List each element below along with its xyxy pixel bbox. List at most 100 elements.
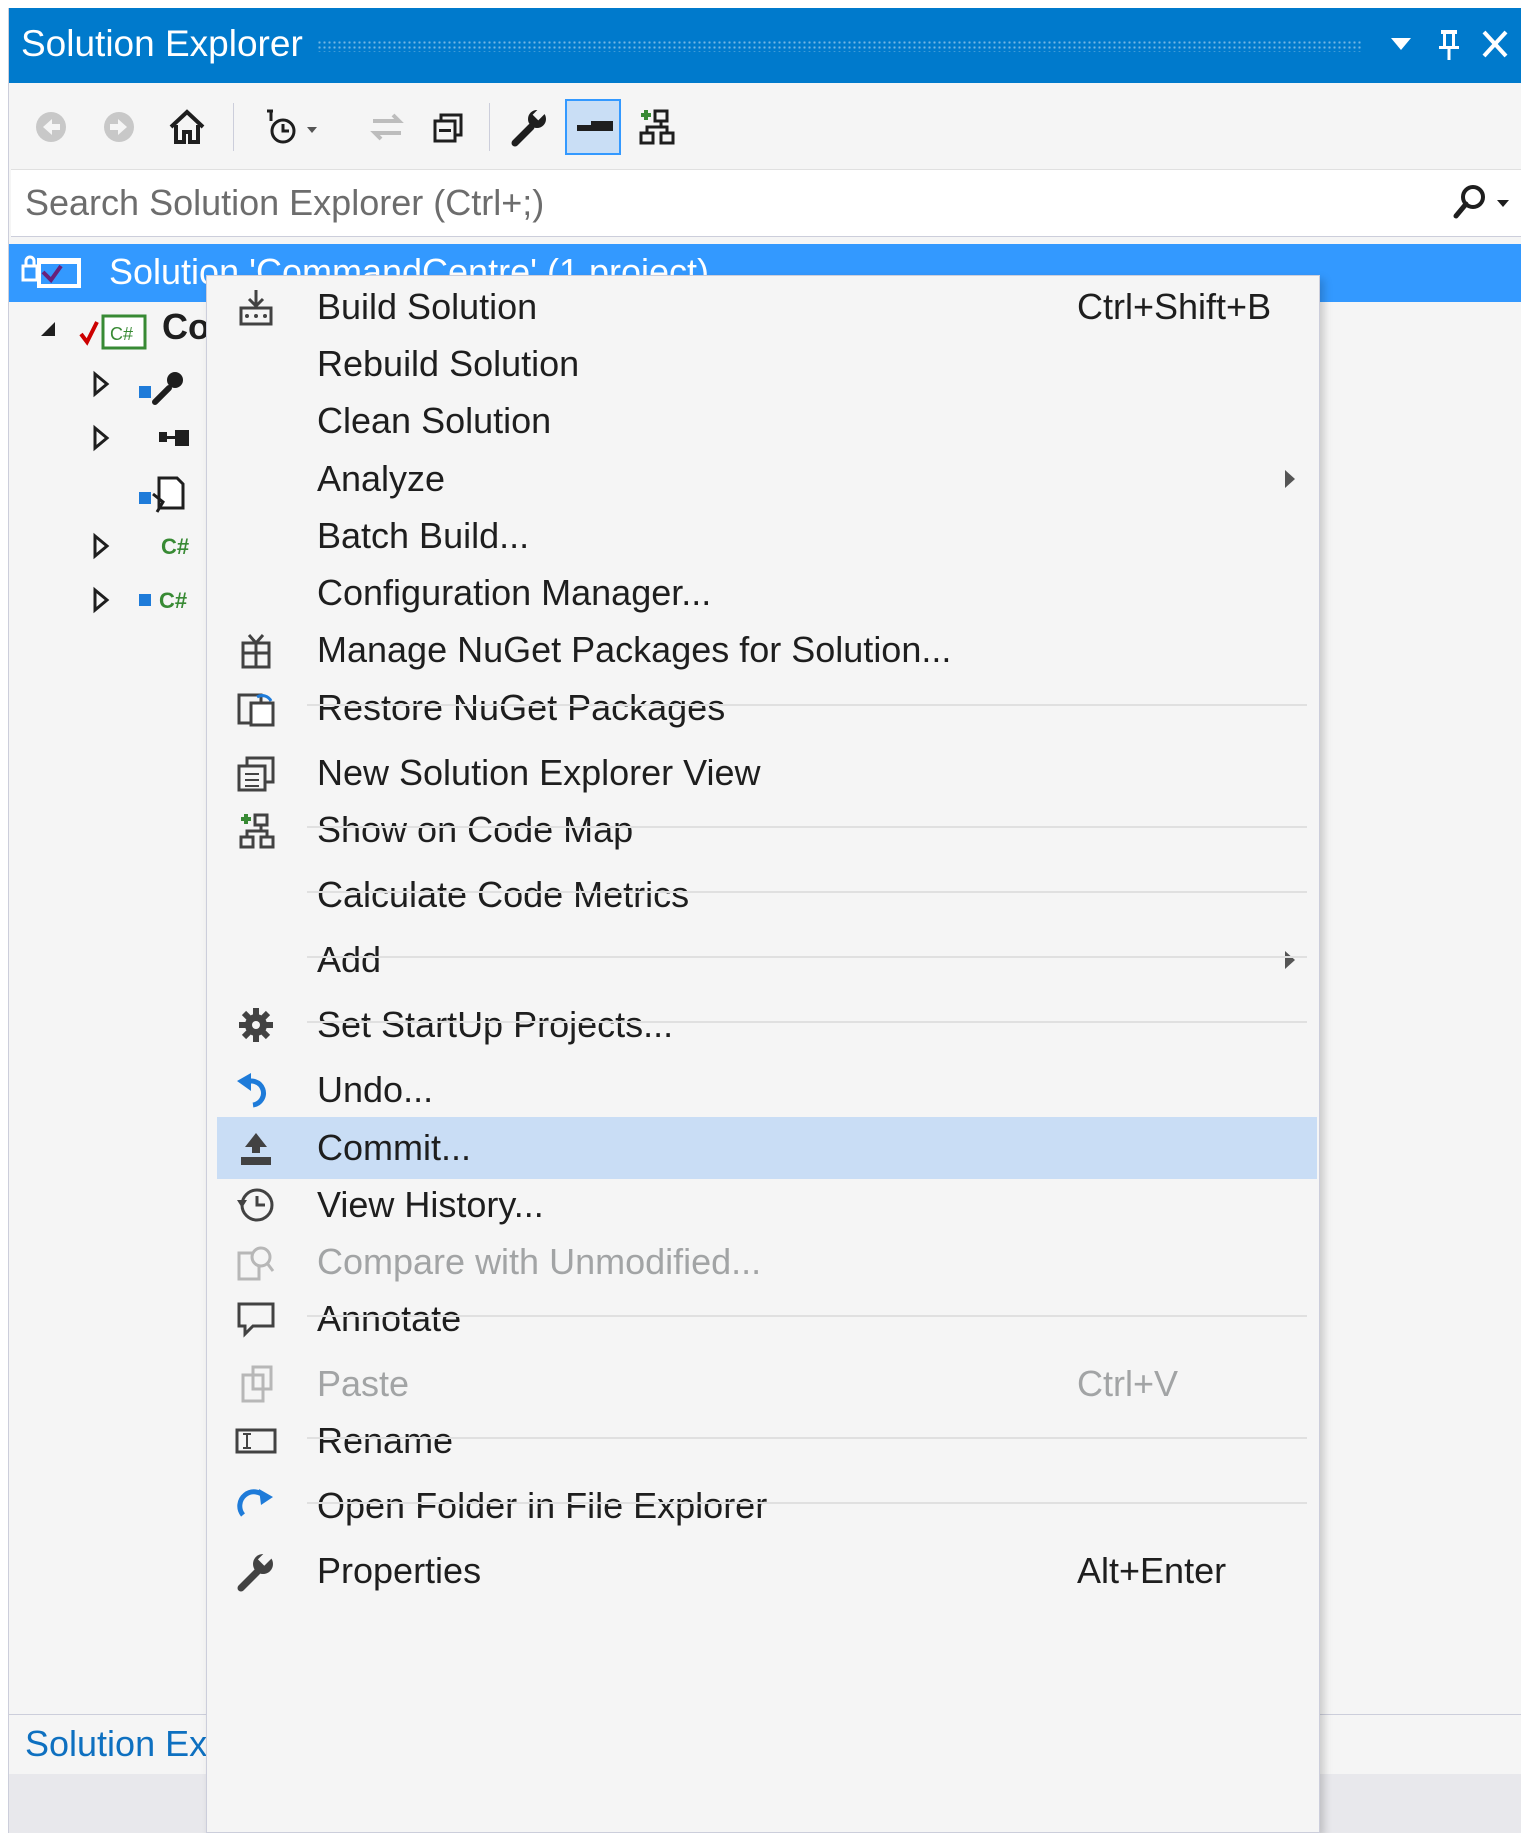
csharp-file-icon: C# xyxy=(161,534,189,559)
menu-item-compare-with-unmodified: Compare with Unmodified... xyxy=(217,1231,1317,1293)
csharp-file-icon: C# xyxy=(139,588,187,613)
window-title: Solution Explorer xyxy=(21,23,303,64)
menu-item-set-startup-projects[interactable]: Set StartUp Projects... xyxy=(217,994,1317,1056)
tree-row-references[interactable] xyxy=(9,414,209,464)
svg-text:C#: C# xyxy=(159,588,187,613)
gear-icon xyxy=(235,1004,277,1046)
menu-separator xyxy=(307,1437,1307,1439)
menu-item-batch-build[interactable]: Batch Build... xyxy=(217,505,1317,567)
menu-item-label: Restore NuGet Packages xyxy=(317,687,726,728)
menu-item-new-solution-explorer-view[interactable]: New Solution Explorer View xyxy=(217,742,1317,804)
project-label: Co xyxy=(162,306,210,347)
properties-wrench-icon[interactable] xyxy=(501,99,557,155)
menu-item-label: New Solution Explorer View xyxy=(317,752,761,793)
menu-item-label: Undo... xyxy=(317,1069,434,1110)
restore-icon xyxy=(235,687,277,729)
menu-item-shortcut: Alt+Enter xyxy=(1077,1550,1227,1591)
menu-item-label: Commit... xyxy=(317,1127,472,1168)
compare-icon xyxy=(235,1241,277,1283)
menu-separator xyxy=(307,1315,1307,1317)
menu-item-add[interactable]: Add xyxy=(217,929,1317,991)
menu-item-properties[interactable]: Properties Alt+Enter xyxy=(217,1540,1317,1602)
menu-item-manage-nuget-packages-for-solution[interactable]: Manage NuGet Packages for Solution... xyxy=(217,619,1317,681)
show-on-code-map-icon[interactable] xyxy=(629,99,685,155)
undo-icon xyxy=(235,1069,277,1111)
tree-row-csharp-file[interactable]: C# xyxy=(9,522,209,572)
menu-item-label: Rename xyxy=(317,1420,454,1461)
menu-item-show-on-code-map[interactable]: Show on Code Map xyxy=(217,799,1317,861)
svg-text:C#: C# xyxy=(161,534,189,559)
menu-separator xyxy=(307,704,1307,706)
menu-item-label: Set StartUp Projects... xyxy=(317,1004,674,1045)
menu-item-annotate[interactable]: Annotate xyxy=(217,1288,1317,1350)
menu-item-rename[interactable]: Rename xyxy=(217,1410,1317,1472)
toolbar xyxy=(9,83,1521,179)
menu-item-label: Build Solution xyxy=(317,286,538,327)
menu-separator xyxy=(307,1502,1307,1504)
menu-separator xyxy=(307,891,1307,893)
menu-item-label: Configuration Manager... xyxy=(317,572,712,613)
references-icon xyxy=(159,430,189,446)
menu-separator xyxy=(307,1021,1307,1023)
menu-item-label: Clean Solution xyxy=(317,400,552,441)
build-icon xyxy=(235,286,277,328)
menu-item-shortcut: Ctrl+V xyxy=(1077,1363,1179,1404)
expanded-arrow-icon[interactable] xyxy=(39,320,59,340)
search-box xyxy=(11,169,1521,237)
menu-item-label: Open Folder in File Explorer xyxy=(317,1485,768,1526)
submenu-arrow-icon xyxy=(1285,951,1295,969)
wrench-icon xyxy=(235,1550,277,1592)
window-position-dropdown-icon[interactable] xyxy=(1381,22,1421,66)
menu-item-label: Batch Build... xyxy=(317,515,530,556)
menu-item-build-solution[interactable]: Build Solution Ctrl+Shift+B xyxy=(217,276,1317,338)
history-icon xyxy=(235,1184,277,1226)
search-icon[interactable] xyxy=(1447,180,1517,226)
collapsed-arrow-icon[interactable] xyxy=(91,370,111,398)
preview-selected-items-icon[interactable] xyxy=(565,99,621,155)
menu-item-restore-nuget-packages[interactable]: Restore NuGet Packages xyxy=(217,677,1317,739)
menu-item-view-history[interactable]: View History... xyxy=(217,1174,1317,1236)
menu-item-commit[interactable]: Commit... xyxy=(217,1117,1317,1179)
menu-item-label: Properties xyxy=(317,1550,482,1591)
tab-solution-explorer[interactable]: Solution Exp xyxy=(25,1723,227,1765)
menu-item-label: Analyze xyxy=(317,458,446,499)
tree-row-properties[interactable] xyxy=(9,360,209,410)
menu-item-undo[interactable]: Undo... xyxy=(217,1059,1317,1121)
menu-item-label: Show on Code Map xyxy=(317,809,634,850)
solution-icon xyxy=(21,252,97,294)
tree-row-project[interactable]: C# Co xyxy=(9,304,210,354)
collapsed-arrow-icon[interactable] xyxy=(91,586,111,614)
menu-separator xyxy=(307,956,1307,958)
search-input[interactable] xyxy=(23,178,1407,228)
collapsed-arrow-icon[interactable] xyxy=(91,424,111,452)
menu-item-label: Add xyxy=(317,939,382,980)
menu-item-label: Calculate Code Metrics xyxy=(317,874,690,915)
commit-icon xyxy=(235,1127,277,1169)
menu-item-configuration-manager[interactable]: Configuration Manager... xyxy=(217,562,1317,624)
svg-text:C#: C# xyxy=(110,324,133,344)
collapsed-arrow-icon[interactable] xyxy=(91,532,111,560)
tree-row-csharp-file[interactable]: C# xyxy=(9,576,209,626)
menu-item-open-folder-in-file-explorer[interactable]: Open Folder in File Explorer xyxy=(217,1475,1317,1537)
menu-item-rebuild-solution[interactable]: Rebuild Solution xyxy=(217,333,1317,395)
collapse-all-icon[interactable] xyxy=(421,99,477,155)
home-icon[interactable] xyxy=(159,99,215,155)
pending-changes-filter-icon[interactable] xyxy=(253,99,317,155)
tree-row-config[interactable] xyxy=(9,468,209,518)
pin-icon[interactable] xyxy=(1429,22,1469,66)
sync-icon[interactable] xyxy=(359,99,415,155)
back-icon[interactable] xyxy=(23,99,79,155)
menu-item-analyze[interactable]: Analyze xyxy=(217,448,1317,510)
solution-context-menu: Build Solution Ctrl+Shift+B Rebuild Soluti… xyxy=(206,275,1320,1833)
title-grip[interactable] xyxy=(317,40,1362,52)
close-icon[interactable] xyxy=(1475,22,1515,66)
toolbar-separator xyxy=(233,103,234,151)
new-view-icon xyxy=(235,752,277,794)
wrench-icon xyxy=(139,372,183,405)
menu-item-calculate-code-metrics[interactable]: Calculate Code Metrics xyxy=(217,864,1317,926)
title-bar: Solution Explorer xyxy=(9,8,1521,83)
forward-icon[interactable] xyxy=(91,99,147,155)
menu-item-label: Rebuild Solution xyxy=(317,343,580,384)
menu-item-clean-solution[interactable]: Clean Solution xyxy=(217,390,1317,452)
nuget-icon xyxy=(235,629,277,671)
